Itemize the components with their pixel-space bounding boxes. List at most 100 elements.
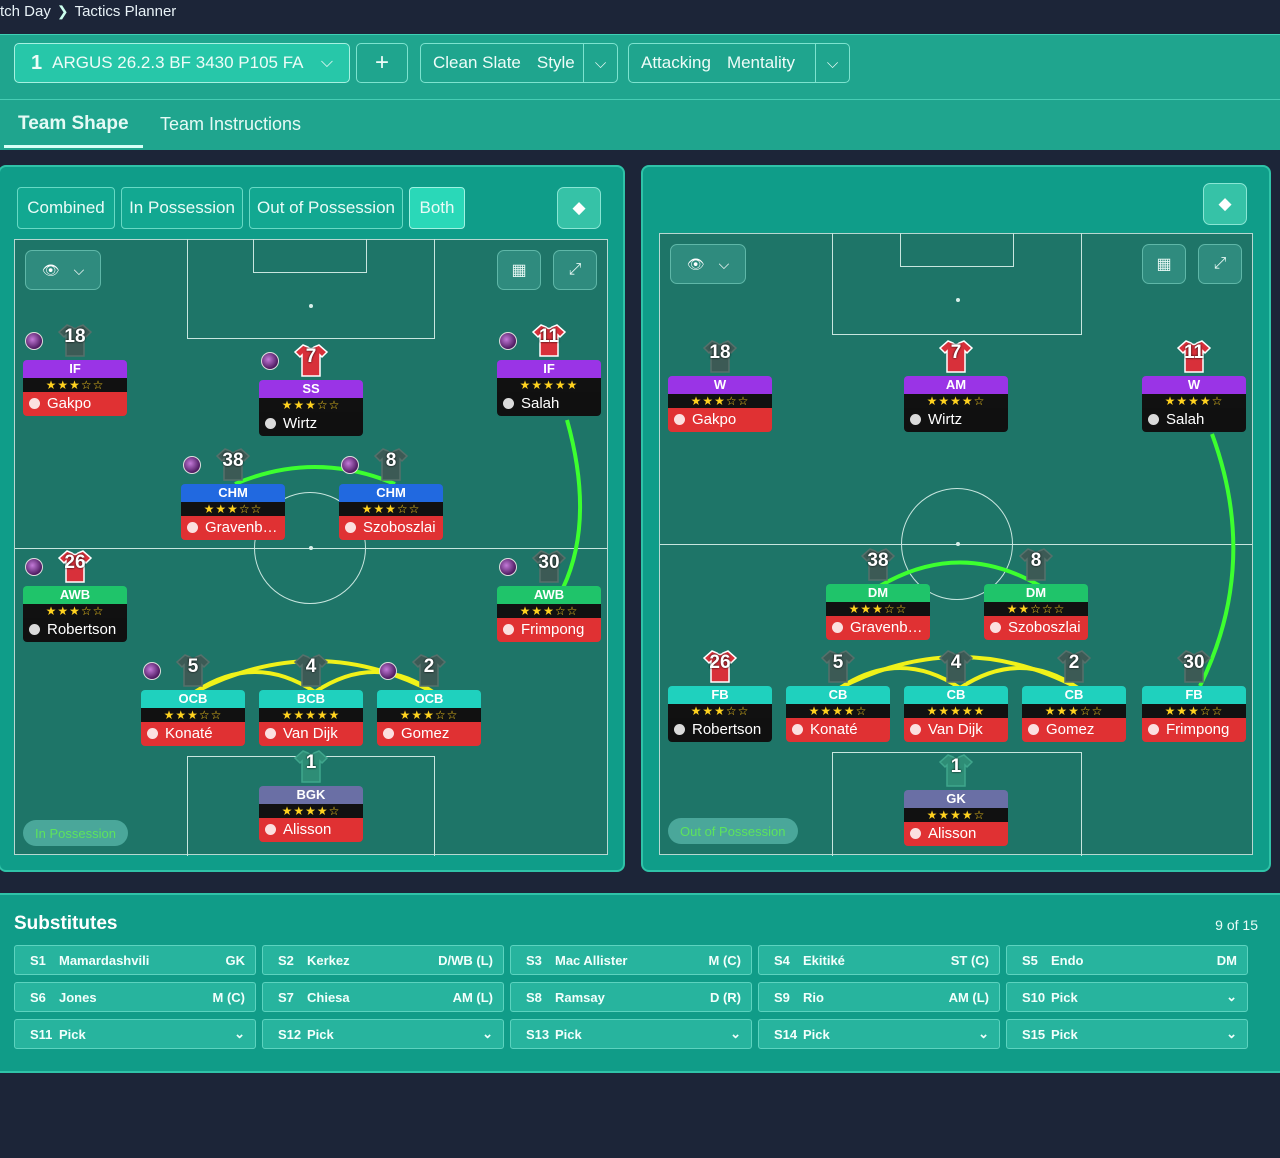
substitute-slot[interactable]: S11 Pick ⌄ [14,1019,256,1049]
player-name: Konaté [141,722,245,746]
player-card[interactable]: 8 CHM ★★★☆☆ Szoboszlai [339,448,443,544]
chevron-right-icon: ❯ [56,2,69,19]
player-number: 26 [64,552,86,573]
out-of-possession-panel: ◆ 👁 ⌵ ▦ ⤢ Out of Possession 18 W ★★★☆☆ Gakpo… [641,165,1271,872]
substitute-slot[interactable]: S4 Ekitiké ST (C) [758,945,1000,975]
substitute-slot[interactable]: S14 Pick ⌄ [758,1019,1000,1049]
sub-number: S11 [30,1026,53,1042]
filter-both[interactable]: Both [409,187,465,229]
grid-icon[interactable]: ▦ [1142,244,1186,284]
pitch-penalty-spot [956,298,960,302]
player-card[interactable]: 2 OCB ★★★☆☆ Gomez [377,654,481,750]
player-card[interactable]: 4 CB ★★★★★ Van Dijk [904,650,1008,746]
grid-icon[interactable]: ▦ [497,250,541,290]
pitch-in-possession: 👁 ⌵ ▦ ⤢ In Possession 18 IF ★★★☆☆ Gakpo 7 SS ★★… [14,239,608,856]
tab-team-instructions[interactable]: Team Instructions [160,100,301,148]
chevron-down-icon: ⌄ [978,1026,989,1041]
player-card[interactable]: 1 BGK ★★★★☆ Alisson [259,750,363,846]
substitute-slot[interactable]: S10 Pick ⌄ [1006,982,1248,1012]
mentality-selector[interactable]: Attacking Mentality ⌵ [628,43,850,83]
player-card[interactable]: 8 DM ★★☆☆☆ Szoboszlai [984,548,1088,644]
player-card[interactable]: 11 W ★★★★☆ Salah [1142,340,1246,436]
diamond-icon[interactable]: ◆ [557,187,601,229]
view-toggle[interactable]: 👁 ⌵ [670,244,746,284]
player-card[interactable]: 18 W ★★★☆☆ Gakpo [668,340,772,436]
player-card[interactable]: 11 IF ★★★★★ Salah [497,324,601,420]
player-role: IF [497,360,601,378]
expand-icon[interactable]: ⤢ [553,250,597,290]
player-role: BGK [259,786,363,804]
player-card[interactable]: 1 GK ★★★★☆ Alisson [904,754,1008,850]
substitute-slot[interactable]: S8 Ramsay D (R) [510,982,752,1012]
filter-combined[interactable]: Combined [17,187,115,229]
player-card[interactable]: 26 FB ★★★☆☆ Robertson [668,650,772,746]
player-card[interactable]: 7 AM ★★★★☆ Wirtz [904,340,1008,436]
player-rating: ★★★☆☆ [826,602,930,616]
pitch-center-spot [956,542,960,546]
player-card[interactable]: 7 SS ★★★☆☆ Wirtz [259,344,363,440]
player-role: W [668,376,772,394]
view-toggle[interactable]: 👁 ⌵ [25,250,101,290]
substitute-slot[interactable]: S12 Pick ⌄ [262,1019,504,1049]
mode-pill: Out of Possession [668,818,798,844]
tab-team-shape[interactable]: Team Shape [4,100,143,148]
filter-out-of-possession[interactable]: Out of Possession [249,187,403,229]
player-card[interactable]: 38 CHM ★★★☆☆ Gravenberch [181,448,285,544]
substitute-slot[interactable]: S15 Pick ⌄ [1006,1019,1248,1049]
sub-player-name: Ekitiké [803,952,845,968]
breadcrumb: tch Day ❯ Tactics Planner [0,0,176,22]
tactic-name: ARGUS 26.2.3 BF 3430 P105 FA [52,53,304,72]
style-selector[interactable]: Clean Slate Style ⌵ [420,43,618,83]
tactic-number: 1 [31,51,43,74]
player-card[interactable]: 30 FB ★★★☆☆ Frimpong [1142,650,1246,746]
player-number: 11 [1183,342,1205,363]
player-rating: ★★★☆☆ [339,502,443,516]
substitute-slot[interactable]: S6 Jones M (C) [14,982,256,1012]
sub-player-name: Jones [59,989,97,1005]
player-card[interactable]: 38 DM ★★★☆☆ Gravenberch [826,548,930,644]
player-card[interactable]: 5 CB ★★★★☆ Konaté [786,650,890,746]
sub-player-name: Pick [307,1026,334,1042]
player-card[interactable]: 5 OCB ★★★☆☆ Konaté [141,654,245,750]
diamond-icon[interactable]: ◆ [1203,183,1247,225]
player-rating: ★★★☆☆ [668,704,772,718]
style-value: Clean Slate [433,53,521,72]
player-card[interactable]: 18 IF ★★★☆☆ Gakpo [23,324,127,420]
player-card[interactable]: 30 AWB ★★★☆☆ Frimpong [497,550,601,646]
substitute-slot[interactable]: S1 Mamardashvili GK [14,945,256,975]
tactic-selector[interactable]: 1 ARGUS 26.2.3 BF 3430 P105 FA ⌵ [14,43,350,83]
add-tactic-button[interactable]: + [356,43,408,83]
sub-position: ST (C) [950,952,989,968]
player-rating: ★★★☆☆ [141,708,245,722]
pitch-six-yard-box-top [253,239,367,273]
substitute-slot[interactable]: S13 Pick ⌄ [510,1019,752,1049]
player-name: Salah [1142,408,1246,432]
player-number: 2 [423,656,435,677]
expand-icon[interactable]: ⤢ [1198,244,1242,284]
player-number: 11 [538,326,560,347]
player-number: 8 [385,450,397,471]
substitute-slot[interactable]: S3 Mac Allister M (C) [510,945,752,975]
sub-position: AM (L) [452,989,493,1005]
player-rating: ★★★☆☆ [259,398,363,412]
breadcrumb-parent[interactable]: tch Day [0,3,51,20]
sub-player-name: Chiesa [307,989,350,1005]
filter-in-possession[interactable]: In Possession [121,187,243,229]
tactic-header: 1 ARGUS 26.2.3 BF 3430 P105 FA ⌵ + Clean… [0,34,1280,150]
substitute-slot[interactable]: S2 Kerkez D/WB (L) [262,945,504,975]
player-card[interactable]: 26 AWB ★★★☆☆ Robertson [23,550,127,646]
player-card[interactable]: 2 CB ★★★☆☆ Gomez [1022,650,1126,746]
player-name: Gakpo [23,392,127,416]
substitute-slot[interactable]: S9 Rio AM (L) [758,982,1000,1012]
player-role: SS [259,380,363,398]
pitch-six-yard-box-top [900,233,1014,267]
substitute-slot[interactable]: S7 Chiesa AM (L) [262,982,504,1012]
chevron-down-icon: ⌄ [234,1026,245,1041]
player-name: Frimpong [497,618,601,642]
in-possession-panel: Combined In Possession Out of Possession… [0,165,625,872]
player-card[interactable]: 4 BCB ★★★★★ Van Dijk [259,654,363,750]
player-role: IF [23,360,127,378]
player-name: Frimpong [1142,718,1246,742]
sub-number: S14 [774,1026,798,1042]
substitute-slot[interactable]: S5 Endo DM [1006,945,1248,975]
